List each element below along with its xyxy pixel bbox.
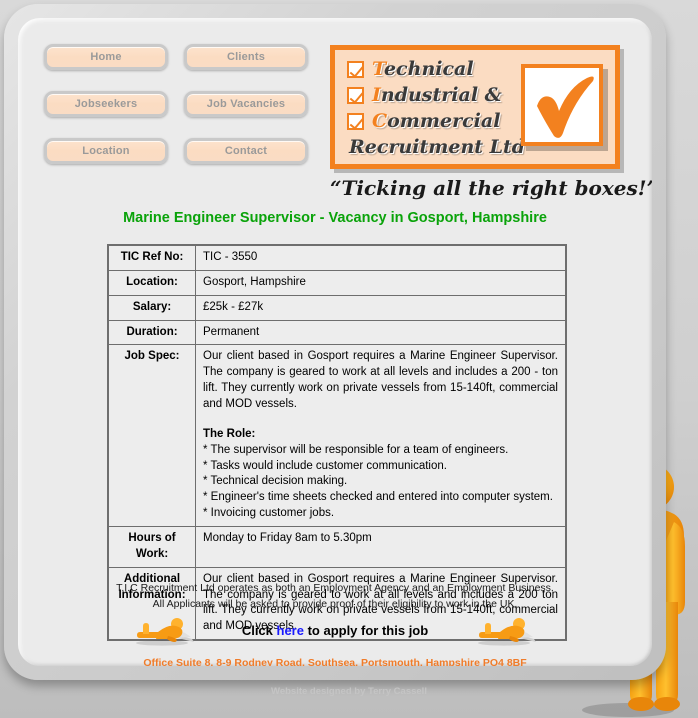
apply-text: Click here to apply for this job [242,623,428,638]
nav-column-left: Home Jobseekers Location [44,44,168,185]
row-location-label: Location: [107,269,196,296]
big-check-mark-icon [521,64,603,146]
job-spec-bullet: * Technical decision making. [203,475,348,488]
apply-suffix: to apply for this job [303,622,429,638]
legal-blurb-line-1: T.I.C Recruitment Ltd operates as both a… [116,582,554,594]
table-row: TIC Ref No: TIC - 3550 [107,244,567,271]
row-tic-ref-no-label: TIC Ref No: [107,244,196,271]
logo-cap-c: C [372,110,388,132]
table-row: Job Spec: Our client based in Gosport re… [107,344,567,528]
logo-recruitment-ltd: Recruitment Ltd [349,136,526,158]
job-spec-paragraph: Our client based in Gosport requires a M… [203,350,558,411]
nav-jobseekers[interactable]: Jobseekers [44,91,168,117]
checkbox-tick-icon [347,86,364,104]
row-job-spec-label: Job Spec: [107,344,196,528]
table-row: Salary: £25k - £27k [107,294,567,321]
company-logo[interactable]: Technical Industrial & Commercial Recrui… [330,45,620,169]
nav-home[interactable]: Home [44,44,168,70]
person-at-laptop-icon [478,618,537,646]
apply-prefix: Click [241,622,277,638]
nav-home-label: Home [90,51,122,63]
nav-clients[interactable]: Clients [184,44,308,70]
nav-column-right: Clients Job Vacancies Contact [184,44,308,185]
row-duration-label: Duration: [107,319,196,346]
row-salary-label: Salary: [107,294,196,321]
row-hours-value: Monday to Friday 8am to 5.30pm [195,526,567,568]
logo-word-commercial: Commercial [372,110,500,132]
checkbox-tick-icon [347,112,364,130]
nav-location[interactable]: Location [44,138,168,164]
row-location-value: Gosport, Hampshire [195,269,567,296]
nav-job-vacancies[interactable]: Job Vacancies [184,91,308,117]
nav-job-vacancies-label: Job Vacancies [206,98,286,110]
checkbox-tick-icon [347,60,364,78]
logo-rest-industrial: ndustrial & [380,84,502,106]
logo-rest-technical: echnical [383,58,474,80]
nav-clients-label: Clients [226,51,266,63]
logo-cap-i: I [372,84,381,106]
logo-word-industrial: Industrial & [372,84,502,106]
row-hours-label: Hours of Work: [107,526,196,568]
window-frame: Home Jobseekers Location Clients Job Vac… [4,4,666,680]
logo-cap-t: T [372,58,384,80]
table-row: Duration: Permanent [107,319,567,346]
page-content: Home Jobseekers Location Clients Job Vac… [18,18,652,666]
logo-row-commercial: Commercial [347,108,525,134]
job-spec-bullet: * Invoicing customer jobs. [203,507,335,520]
window-inner-bevel: Home Jobseekers Location Clients Job Vac… [18,18,652,666]
legal-blurb: T.I.C Recruitment Ltd operates as both a… [18,581,652,613]
logo-tagline: “Ticking all the right boxes!” [330,176,652,200]
row-duration-value: Permanent [195,319,567,346]
apply-row: Click here to apply for this job [18,614,652,646]
nav-contact-label: Contact [224,145,268,157]
logo-word-technical: Technical [372,58,474,80]
job-spec-bullet: * Engineer's time sheets checked and ent… [203,491,553,504]
nav-location-label: Location [82,145,130,157]
job-spec-bullet: * The supervisor will be responsible for… [203,443,509,456]
job-spec-bullet: * Tasks would include customer communica… [203,459,447,472]
logo-rest-commercial: ommercial [387,110,501,132]
logo-checklist: Technical Industrial & Commercial Recrui… [347,56,525,158]
nav-contact[interactable]: Contact [184,138,308,164]
row-salary-value: £25k - £27k [195,294,567,321]
apply-here-link[interactable]: here [277,623,304,638]
office-address: Office Suite 8, 8-9 Rodney Road, Southse… [143,657,527,666]
legal-blurb-line-2: All Applicants will be asked to provide … [152,597,518,610]
nav-jobseekers-label: Jobseekers [74,98,138,110]
table-row: Location: Gosport, Hampshire [107,269,567,296]
table-row: Hours of Work: Monday to Friday 8am to 5… [107,526,567,568]
logo-row-industrial: Industrial & [347,82,525,108]
logo-row-technical: Technical [347,56,525,82]
page-title: Marine Engineer Supervisor - Vacancy in … [123,210,547,226]
row-tic-ref-no-value: TIC - 3550 [195,244,567,271]
job-spec-role-heading: The Role: [203,427,256,440]
person-at-laptop-icon [135,618,194,646]
designer-credit: Website designed by Terry Cassell [271,686,427,697]
row-job-spec-value: Our client based in Gosport requires a M… [195,344,567,528]
